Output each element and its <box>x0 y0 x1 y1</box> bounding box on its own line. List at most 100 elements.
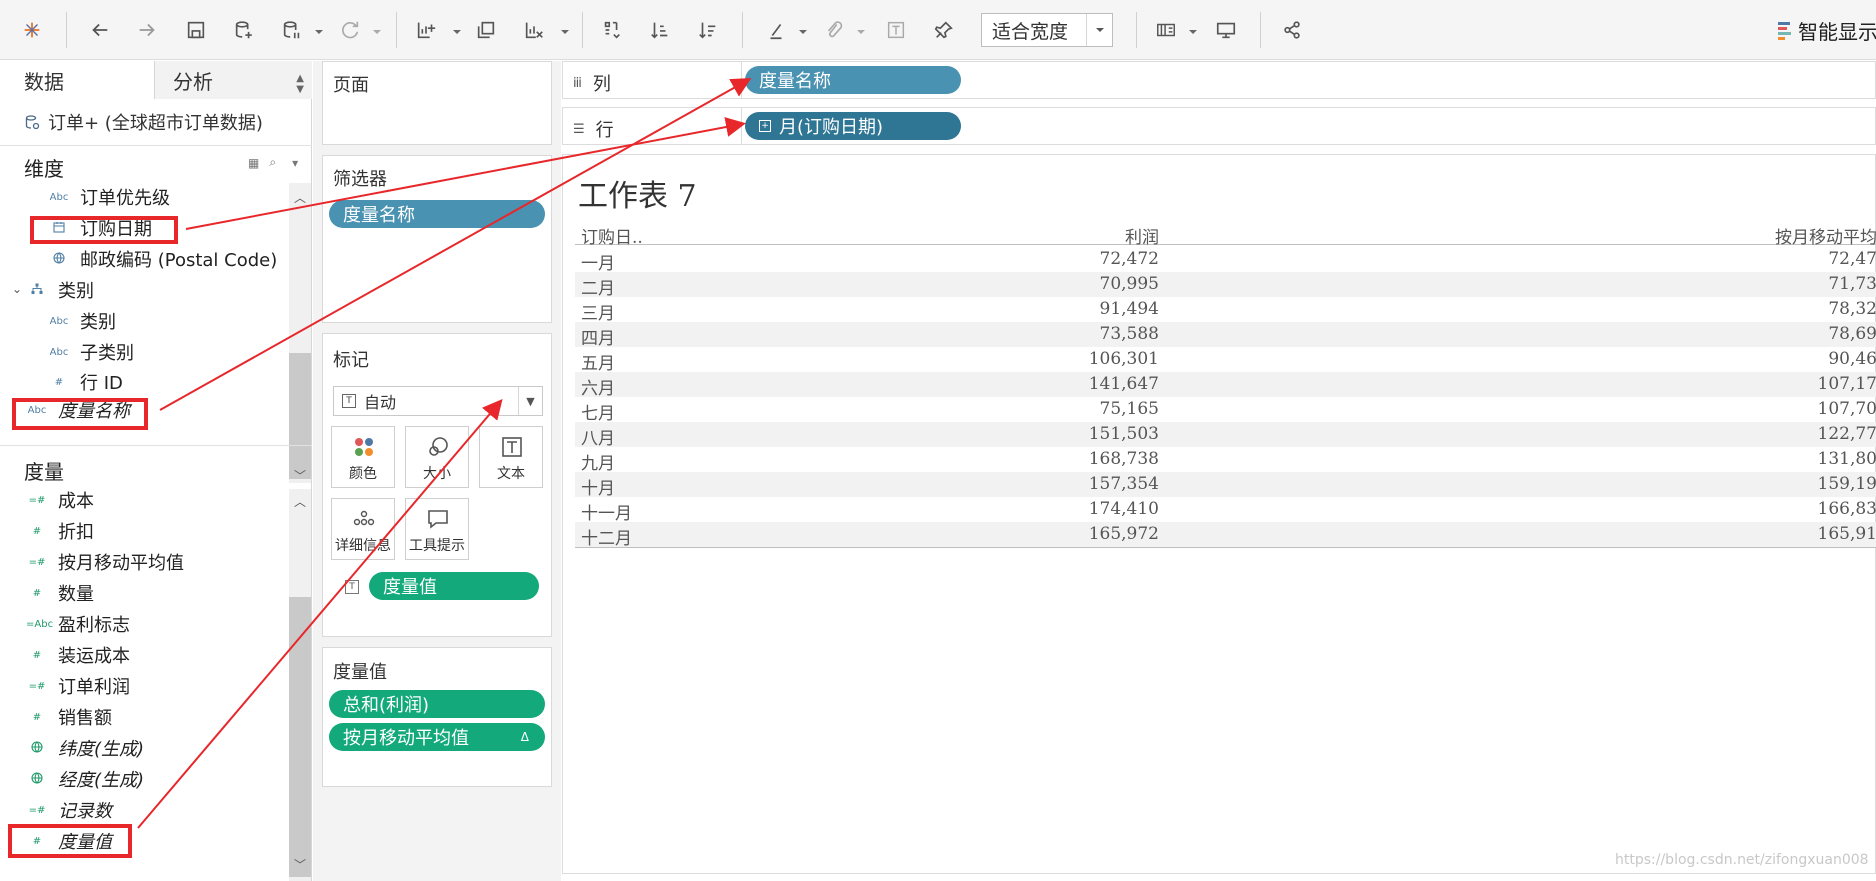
mark-type-select[interactable]: T 自动 ▼ <box>333 386 543 416</box>
field-order-priority[interactable]: Abc 订单优先级 <box>48 183 170 211</box>
table-row[interactable]: 六月 141,647 107,17 <box>575 372 1876 399</box>
chevron-down-icon[interactable] <box>798 22 808 34</box>
measure-pill-sum-profit[interactable]: 总和(利润) <box>329 690 545 718</box>
scroll-down-icon[interactable]: ﹀ <box>291 467 309 483</box>
table-row[interactable]: 二月 70,995 71,73 <box>575 272 1876 299</box>
table-row[interactable]: 十月 157,354 159,19 <box>575 472 1876 499</box>
measure-pill-moving-average[interactable]: 按月移动平均值 Δ <box>329 723 545 751</box>
presentation-mode-icon[interactable] <box>1210 14 1242 46</box>
table-row[interactable]: 九月 168,738 131,80 <box>575 447 1876 474</box>
chevron-down-icon[interactable]: ⌄ <box>12 282 22 296</box>
tab-data[interactable]: 数据 <box>0 61 154 99</box>
pages-card[interactable]: 页面 <box>322 61 552 145</box>
field-monthly-moving-average[interactable]: =# 按月移动平均值 <box>26 548 184 576</box>
field-profit-flag[interactable]: =Abc 盈利标志 <box>26 610 130 638</box>
rows-shelf[interactable]: ☰ 行 + 月(订购日期) <box>562 107 1876 145</box>
columns-pill-measure-names[interactable]: 度量名称 <box>745 66 961 94</box>
field-row-id[interactable]: # 行 ID <box>48 368 123 396</box>
field-quantity[interactable]: # 数量 <box>26 579 94 607</box>
field-latitude-generated[interactable]: 纬度(生成) <box>26 734 144 762</box>
field-cost[interactable]: =# 成本 <box>26 486 94 514</box>
field-discount[interactable]: # 折扣 <box>26 517 94 545</box>
duplicate-sheet-icon[interactable] <box>470 14 502 46</box>
table-row[interactable]: 四月 73,588 78,69 <box>575 322 1876 349</box>
chevron-down-icon[interactable] <box>1188 22 1198 34</box>
field-longitude-generated[interactable]: 经度(生成) <box>26 765 144 793</box>
measures-scroll-thumb[interactable] <box>289 597 311 877</box>
field-postal-code[interactable]: 邮政编码 (Postal Code) <box>48 245 277 273</box>
clear-sheet-icon[interactable] <box>518 14 550 46</box>
table-row[interactable]: 三月 91,494 78,32 <box>575 297 1876 324</box>
save-icon[interactable] <box>180 14 212 46</box>
pin-axes-icon[interactable] <box>928 14 960 46</box>
datasource-item[interactable]: 订单+ (全球超市订单数据) <box>24 109 263 135</box>
rows-icon: ☰ <box>573 121 585 137</box>
columns-shelf[interactable]: iii 列 度量名称 <box>562 61 1876 99</box>
measure-values-card[interactable]: 度量值 总和(利润) 按月移动平均值 Δ <box>322 647 552 787</box>
scroll-down-icon[interactable]: ﹀ <box>291 856 309 872</box>
table-row[interactable]: 八月 151,503 122,77 <box>575 422 1876 449</box>
scroll-up-icon[interactable]: ︿ <box>291 189 309 205</box>
tooltip-button[interactable]: 工具提示 <box>405 498 469 560</box>
header-order-date[interactable]: 订购日.. <box>581 223 643 248</box>
view-toggle-icon[interactable]: ▦ <box>248 156 259 170</box>
sort-ascending-icon[interactable] <box>644 14 676 46</box>
highlight-icon[interactable] <box>760 14 792 46</box>
scroll-up-icon[interactable]: ︿ <box>291 493 309 509</box>
filters-card[interactable]: 筛选器 度量名称 <box>322 155 552 323</box>
redo-icon[interactable] <box>131 14 163 46</box>
new-worksheet-icon[interactable] <box>410 14 442 46</box>
field-category[interactable]: Abc 类别 <box>48 307 116 335</box>
table-row[interactable]: 十二月 165,972 165,91 <box>575 522 1876 549</box>
marks-card[interactable]: 标记 T 自动 ▼ 颜色 大小 文本 详细信息 工具提示 T 度量值 <box>322 333 552 637</box>
group-members-icon[interactable] <box>818 14 850 46</box>
cell-moving-average: 72,47 <box>1828 249 1876 269</box>
field-shipping-cost[interactable]: # 装运成本 <box>26 641 130 669</box>
field-order-profit[interactable]: =# 订单利润 <box>26 672 130 700</box>
cell-moving-average: 78,32 <box>1828 299 1876 319</box>
undo-icon[interactable] <box>84 14 116 46</box>
show-mark-labels-icon[interactable] <box>880 14 912 46</box>
pause-updates-icon[interactable] <box>276 14 308 46</box>
expand-icon[interactable]: + <box>759 120 771 132</box>
folder-category[interactable]: 类别 <box>26 276 94 304</box>
chevron-down-icon[interactable]: ▾ <box>292 156 298 170</box>
text-button[interactable]: 文本 <box>479 426 543 488</box>
dimensions-scroll-thumb[interactable] <box>289 353 311 479</box>
chevron-down-icon[interactable] <box>856 22 866 34</box>
chevron-down-icon[interactable] <box>372 22 382 34</box>
chevron-down-icon[interactable] <box>560 22 570 34</box>
swap-rows-columns-icon[interactable] <box>596 14 628 46</box>
header-moving-average[interactable]: 按月移动平均 <box>1757 223 1876 248</box>
table-row[interactable]: 七月 75,165 107,70 <box>575 397 1876 424</box>
share-icon[interactable] <box>1276 14 1308 46</box>
tableau-logo-icon[interactable] <box>16 14 48 46</box>
chevron-down-icon[interactable]: ▼ <box>518 387 542 415</box>
marks-pill-measure-values[interactable]: 度量值 <box>369 572 539 600</box>
field-sales[interactable]: # 销售额 <box>26 703 112 731</box>
search-icon[interactable]: ⌕ <box>269 155 276 170</box>
tab-analysis[interactable]: 分析 ▲ ▼ <box>154 61 312 99</box>
chevron-down-icon[interactable] <box>314 22 324 34</box>
color-button[interactable]: 颜色 <box>331 426 395 488</box>
show-cards-icon[interactable] <box>1150 14 1182 46</box>
filter-pill-measure-names[interactable]: 度量名称 <box>329 200 545 228</box>
new-datasource-icon[interactable] <box>228 14 260 46</box>
header-profit[interactable]: 利润 <box>1125 223 1159 248</box>
table-row[interactable]: 一月 72,472 72,47 <box>575 247 1876 274</box>
chevron-down-icon[interactable] <box>1086 14 1112 46</box>
field-subcategory[interactable]: Abc 子类别 <box>48 338 134 366</box>
field-record-count[interactable]: =# 记录数 <box>26 796 112 824</box>
table-row[interactable]: 五月 106,301 90,46 <box>575 347 1876 374</box>
chevron-updown-icon[interactable]: ▲ ▼ <box>296 73 304 95</box>
size-button[interactable]: 大小 <box>405 426 469 488</box>
detail-button[interactable]: 详细信息 <box>331 498 395 560</box>
worksheet-view[interactable]: 工作表 7 订购日.. 利润 按月移动平均 一月 72,472 72,47 二月 70,… <box>562 154 1876 874</box>
rows-pill-month-order-date[interactable]: + 月(订购日期) <box>745 112 961 140</box>
chevron-down-icon[interactable] <box>452 22 462 34</box>
table-row[interactable]: 十一月 174,410 166,83 <box>575 497 1876 524</box>
smart-show-button[interactable]: 智能显示 <box>1778 16 1876 44</box>
fit-width-select[interactable]: 适合宽度 <box>981 13 1113 47</box>
sort-descending-icon[interactable] <box>692 14 724 46</box>
refresh-icon[interactable] <box>334 14 366 46</box>
